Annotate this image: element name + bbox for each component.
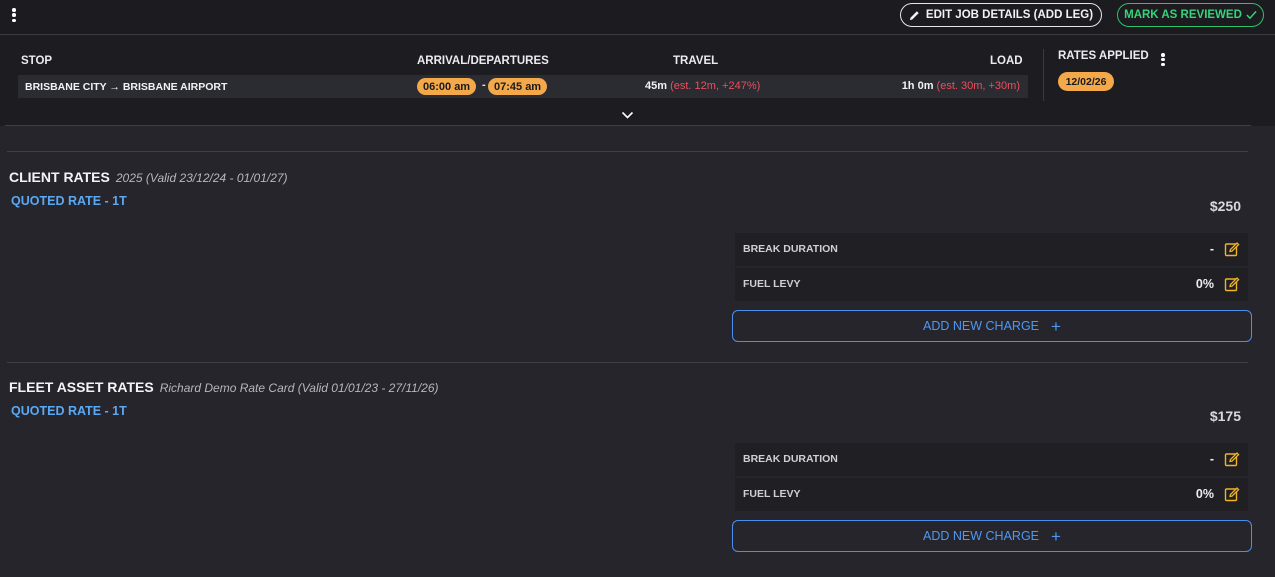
load-header: LOAD xyxy=(990,55,1023,67)
arrival-time-pill: 06:00 am xyxy=(417,78,477,95)
edit-icon[interactable] xyxy=(1224,276,1240,292)
charge-label: BREAK DURATION xyxy=(743,453,838,465)
charge-value: - xyxy=(1209,452,1214,466)
summary-divider xyxy=(1043,49,1044,101)
charge-value: 0% xyxy=(1195,487,1214,501)
load-time-value: 1h 0m xyxy=(901,80,934,92)
travel-time-value: 45m xyxy=(645,80,668,92)
departure-time-pill: 07:45 am xyxy=(488,78,548,95)
divider xyxy=(5,125,1251,126)
add-new-charge-label: ADD NEW CHARGE xyxy=(923,529,1040,543)
edit-job-details-button[interactable]: EDIT JOB DETAILS (ADD LEG) xyxy=(900,3,1102,27)
client-charges-table: BREAK DURATION - FUEL LEVY 0% xyxy=(735,233,1248,303)
plus-icon: + xyxy=(1051,316,1061,336)
fleet-quoted-rate: QUOTED RATE - 1T xyxy=(11,404,127,418)
charge-value: - xyxy=(1209,242,1214,256)
travel-time: 45m (est. 12m, +247%) xyxy=(645,80,760,92)
leg-row[interactable]: BRISBANE CITY → BRISBANE AIRPORT 06:00 a… xyxy=(18,75,1028,98)
client-rates-heading: CLIENT RATES xyxy=(9,169,110,185)
client-rates-title: CLIENT RATES 2025 (Valid 23/12/24 - 01/01… xyxy=(9,169,288,185)
travel-header: TRAVEL xyxy=(673,55,719,67)
fleet-asset-rates-title: FLEET ASSET RATES Richard Demo Rate Card … xyxy=(9,379,439,395)
fleet-add-new-charge-button[interactable]: ADD NEW CHARGE + xyxy=(732,520,1252,552)
mark-as-reviewed-label: MARK AS REVIEWED xyxy=(1124,9,1242,21)
load-time-estimate: (est. 30m, +30m) xyxy=(936,80,1020,92)
divider xyxy=(7,362,1248,363)
fleet-asset-rates-heading: FLEET ASSET RATES xyxy=(9,379,154,395)
plus-icon: + xyxy=(1051,526,1061,546)
charge-label: BREAK DURATION xyxy=(743,243,838,255)
rate-date-pill[interactable]: 12/02/26 xyxy=(1058,72,1114,91)
fleet-charges-table: BREAK DURATION - FUEL LEVY 0% xyxy=(735,443,1248,513)
stop-header: STOP xyxy=(21,55,53,67)
divider xyxy=(7,151,1248,152)
charge-label: FUEL LEVY xyxy=(743,278,801,290)
travel-time-estimate: (est. 12m, +247%) xyxy=(670,80,761,92)
load-time: 1h 0m (est. 30m, +30m) xyxy=(902,80,1020,92)
edit-icon[interactable] xyxy=(1224,241,1240,257)
job-summary-panel: STOP ARRIVAL/DEPARTURES TRAVEL LOAD BRIS… xyxy=(0,35,1275,126)
charge-label: FUEL LEVY xyxy=(743,488,801,500)
edit-icon[interactable] xyxy=(1224,451,1240,467)
add-new-charge-label: ADD NEW CHARGE xyxy=(923,319,1040,333)
checkmark-icon xyxy=(1246,10,1257,20)
edit-job-details-label: EDIT JOB DETAILS (ADD LEG) xyxy=(925,9,1094,21)
chevron-down-icon[interactable] xyxy=(621,111,634,120)
charge-row: FUEL LEVY 0% xyxy=(735,478,1248,511)
charge-row: BREAK DURATION - xyxy=(735,233,1248,266)
rates-options-icon[interactable] xyxy=(1161,53,1165,66)
client-rate-price: $250 xyxy=(1209,198,1241,214)
client-add-new-charge-button[interactable]: ADD NEW CHARGE + xyxy=(732,310,1252,342)
charge-value: 0% xyxy=(1195,277,1214,291)
charge-row: BREAK DURATION - xyxy=(735,443,1248,476)
top-bar: EDIT JOB DETAILS (ADD LEG) MARK AS REVIE… xyxy=(0,0,1275,35)
fleet-asset-rates-validity: Richard Demo Rate Card (Valid 01/01/23 -… xyxy=(159,381,439,395)
leg-stop-route: BRISBANE CITY → BRISBANE AIRPORT xyxy=(25,81,228,93)
mark-as-reviewed-button[interactable]: MARK AS REVIEWED xyxy=(1117,3,1264,27)
rates-applied-header: RATES APPLIED xyxy=(1058,50,1149,62)
charge-row: FUEL LEVY 0% xyxy=(735,268,1248,301)
arrival-departures-header: ARRIVAL/DEPARTURES xyxy=(417,55,549,67)
time-separator: - xyxy=(482,79,486,91)
client-rates-validity: 2025 (Valid 23/12/24 - 01/01/27) xyxy=(115,171,288,185)
more-options-icon[interactable] xyxy=(12,8,16,22)
pencil-icon xyxy=(909,10,919,20)
fleet-rate-price: $175 xyxy=(1209,408,1241,424)
edit-icon[interactable] xyxy=(1224,486,1240,502)
client-quoted-rate: QUOTED RATE - 1T xyxy=(11,194,127,208)
